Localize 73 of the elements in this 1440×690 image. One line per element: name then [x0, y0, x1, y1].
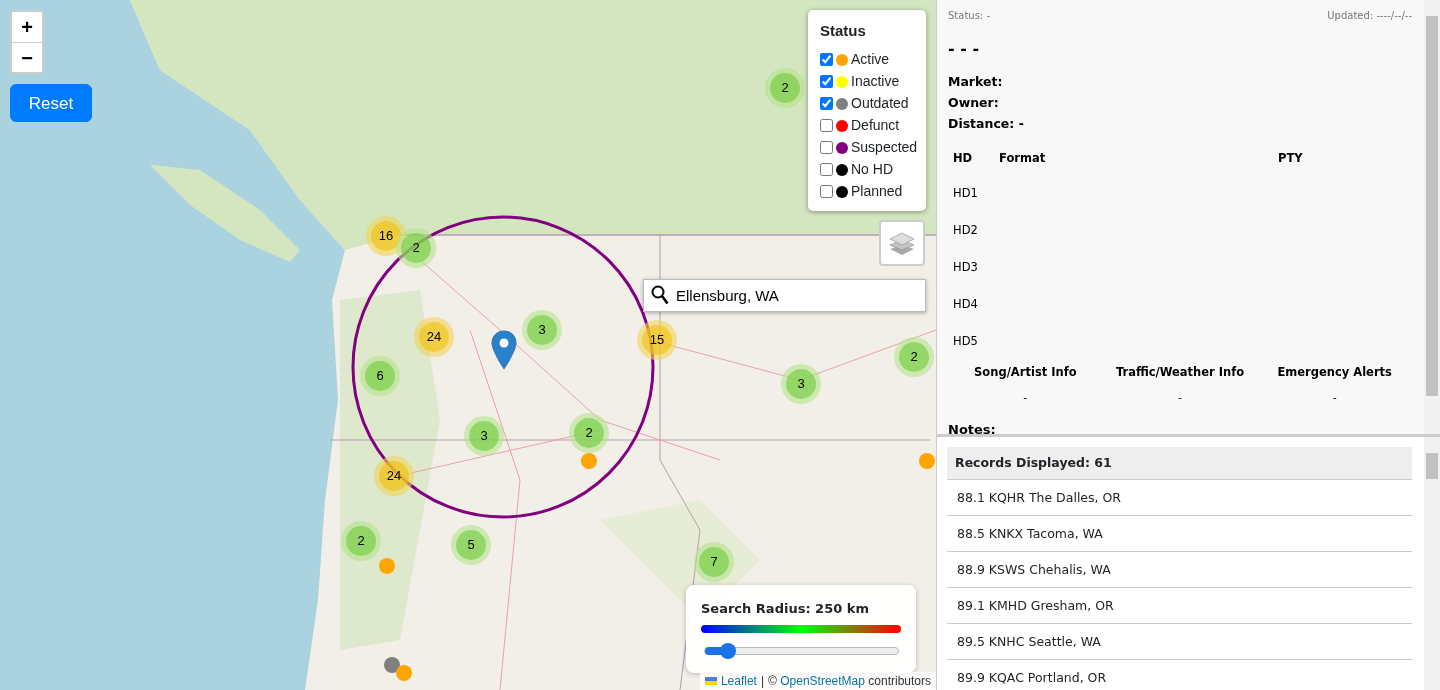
feature-value: - — [1177, 389, 1183, 406]
status-checkbox[interactable] — [820, 75, 833, 88]
status-text: Status: - — [948, 9, 991, 23]
status-checkbox[interactable] — [820, 97, 833, 110]
station-title: - - - — [948, 38, 981, 60]
reset-button[interactable]: Reset — [10, 84, 92, 122]
cluster-marker[interactable]: 16 — [366, 216, 406, 256]
field-row-text: Distance: - — [948, 115, 1025, 133]
status-checkbox[interactable] — [820, 163, 833, 176]
record-item[interactable]: 89.5 KNHC Seattle, WA — [947, 624, 1412, 660]
record-item[interactable]: 88.1 KQHR The Dalles, OR — [947, 480, 1412, 516]
cluster-marker[interactable]: 3 — [464, 416, 504, 456]
records-header: Records Displayed: 61 — [947, 447, 1412, 480]
status-label: Active — [851, 50, 890, 69]
cluster-marker[interactable]: 24 — [414, 317, 454, 357]
radius-label: Search Radius: 250 km — [701, 600, 870, 618]
notes-label: Notes: — [948, 421, 997, 434]
cluster-marker[interactable]: 6 — [360, 356, 400, 396]
status-label: Defunct — [851, 116, 900, 135]
legend-title: Status — [820, 21, 867, 41]
cluster-marker[interactable]: 2 — [569, 413, 609, 453]
hd-cell-text: HD2 — [952, 222, 979, 240]
openstreetmap-link[interactable]: OpenStreetMap — [780, 674, 865, 688]
field-row-text: Owner: — [948, 94, 1000, 112]
separator-text: | — [760, 673, 765, 690]
feature-label: Emergency Alerts — [1276, 364, 1393, 382]
cluster-marker[interactable]: 2 — [396, 228, 436, 268]
record-item[interactable]: 88.9 KSWS Chehalis, WA — [947, 552, 1412, 588]
leaflet-link[interactable]: Leaflet — [720, 672, 757, 690]
search-field[interactable]: Ellensburg, WA — [643, 279, 926, 312]
search-icon — [651, 285, 669, 305]
record-item[interactable]: 89.1 KMHD Gresham, OR — [947, 588, 1412, 624]
feature-value: - — [1331, 389, 1338, 406]
status-checkbox[interactable] — [820, 185, 833, 198]
cluster-marker[interactable]: 2 — [341, 521, 381, 561]
updated-text: Updated: ----/--/-- — [1327, 9, 1412, 23]
cluster-marker[interactable]: 3 — [522, 310, 562, 350]
attribution-text: © OpenStreetMap contributors — [768, 673, 931, 690]
scrollbar[interactable] — [1424, 437, 1440, 690]
hd-cell-text: HD1 — [952, 185, 979, 203]
status-label: No HD — [851, 160, 893, 179]
cluster-marker[interactable]: 3 — [781, 364, 821, 404]
hd-cell-text: HD4 — [952, 296, 979, 314]
feature-value: - — [1022, 389, 1029, 406]
hd-cell-text: HD5 — [952, 333, 979, 351]
feature-label: Traffic/Weather Info — [1114, 364, 1246, 382]
status-checkbox[interactable] — [820, 119, 833, 132]
cluster-marker[interactable]: 5 — [451, 525, 491, 565]
cluster-marker[interactable]: 7 — [694, 542, 734, 582]
column-header: HD — [952, 150, 974, 167]
record-item[interactable]: 89.9 KQAC Portland, OR — [947, 660, 1412, 690]
status-label: Inactive — [851, 72, 900, 91]
layers-button[interactable] — [879, 220, 925, 266]
cluster-marker[interactable]: 15 — [637, 320, 677, 360]
field-row-text: Market: — [948, 73, 1004, 91]
column-header: Format — [998, 150, 1047, 167]
feature-label: Song/Artist Info — [973, 364, 1078, 382]
radius-slider-thumb[interactable] — [720, 642, 737, 659]
status-label: Suspected — [851, 138, 918, 157]
status-checkbox[interactable] — [820, 141, 833, 154]
flag-icon — [704, 677, 717, 685]
record-item[interactable]: 88.5 KNKX Tacoma, WA — [947, 516, 1412, 552]
scrollbar[interactable] — [1424, 0, 1440, 434]
status-label: Outdated — [851, 94, 909, 113]
cluster-marker[interactable]: 2 — [894, 337, 934, 377]
status-checkbox[interactable] — [820, 53, 833, 66]
map-pin-icon[interactable] — [491, 330, 517, 370]
hd-cell-text: HD3 — [952, 259, 979, 277]
cluster-marker[interactable]: 24 — [374, 456, 414, 496]
status-label: Planned — [851, 182, 903, 201]
zoom-out-button[interactable]: − — [12, 42, 42, 72]
cluster-marker[interactable]: 2 — [765, 68, 805, 108]
column-header: PTY — [1277, 150, 1304, 167]
